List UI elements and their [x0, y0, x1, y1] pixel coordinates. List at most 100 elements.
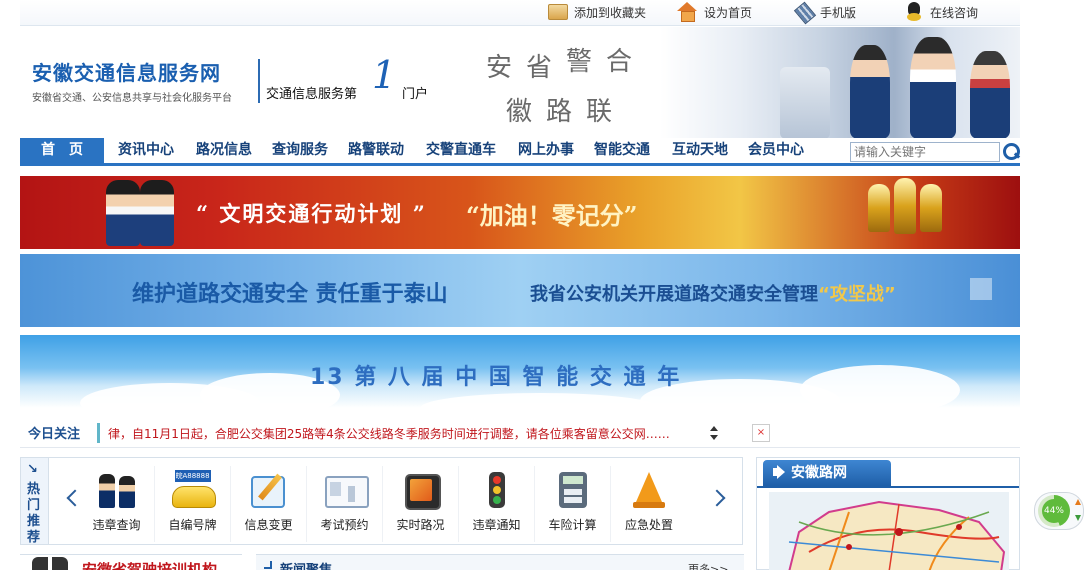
ticker-scroll-arrows-icon[interactable]: [708, 424, 720, 442]
add-favorites-link[interactable]: 添加到收藏夹: [548, 2, 646, 22]
road-safety-banner[interactable]: 维护道路交通安全 责任重于泰山 我省公安机关开展道路交通安全管理“攻坚战”: [20, 254, 1020, 327]
hot-item-label: 违章通知: [472, 518, 521, 532]
civilized-traffic-banner[interactable]: “ 文明交通行动计划 ” “加油！零记分”: [20, 176, 1020, 249]
hot-item-label: 信息变更: [244, 518, 293, 532]
search-input[interactable]: [850, 142, 1000, 162]
calculator-icon: [551, 470, 595, 510]
hot-item-violation-notice[interactable]: 违章通知: [459, 466, 535, 542]
trophy-icon: [868, 184, 890, 232]
page: 添加到收藏夹 设为首页 手机版 在线咨询 安徽交通信息服务网 安徽省交通、公安信…: [0, 0, 1086, 570]
search-icon[interactable]: [1002, 142, 1020, 160]
map-tab-underline: [757, 486, 1019, 488]
banner2-slogan: 维护道路交通安全 责任重于泰山: [132, 282, 448, 307]
driving-school-title[interactable]: 安徽省驾驶培训机构: [82, 559, 217, 570]
banner1-slogan-highlight: “加油！零记分”: [466, 201, 638, 230]
site-header: 安徽交通信息服务网 安徽省交通、公安信息共享与社会化服务平台 交通信息服务第 1…: [20, 27, 1020, 139]
ticker-divider: [97, 423, 100, 443]
close-icon[interactable]: ×: [752, 424, 770, 442]
poem-char: 合: [606, 47, 637, 77]
slogan-suffix: 门户: [402, 87, 429, 102]
poem-char: 安: [486, 53, 517, 83]
nav-interaction[interactable]: 互动天地: [664, 138, 736, 163]
driving-school-panel: 安徽省驾驶培训机构: [20, 554, 242, 570]
hot-item-exam-booking[interactable]: 考试预约: [307, 466, 383, 542]
decor-square: [970, 278, 992, 300]
hot-item-label: 应急处置: [624, 518, 673, 532]
banner2-subtitle-highlight: “攻坚战”: [818, 284, 896, 305]
hot-item-label: 考试预约: [320, 518, 369, 532]
ticker-news-link[interactable]: 律，自11月1日起，合肥公交集团25路等4条公交线路冬季服务时间进行调整，请各位…: [108, 425, 670, 442]
online-consult-link[interactable]: 在线咨询: [904, 2, 978, 22]
poem-char: 警: [566, 47, 597, 77]
next-arrow-icon[interactable]: [711, 488, 725, 512]
site-logo-subtitle: 安徽省交通、公安信息共享与社会化服务平台: [32, 93, 232, 104]
hot-item-label: 自编号牌: [168, 518, 217, 532]
mobile-version-link[interactable]: 手机版: [794, 2, 856, 22]
banner2-subtitle: 我省公安机关开展道路交通安全管理“攻坚战”: [530, 280, 896, 306]
nav-road-conditions[interactable]: 路况信息: [188, 138, 260, 163]
hot-item-violation-query[interactable]: 违章查询: [79, 466, 155, 542]
poem-char: 省: [526, 53, 557, 83]
nav-police-linkage[interactable]: 路警联动: [340, 138, 412, 163]
news-focus-title: 新闻聚焦: [280, 559, 332, 570]
top-utility-bar: 添加到收藏夹 设为首页 手机版 在线咨询: [20, 0, 1020, 26]
nav-member-center[interactable]: 会员中心: [740, 138, 812, 163]
road-map-icon: [399, 470, 443, 510]
hot-item-label: 车险计算: [548, 518, 597, 532]
hot-item-insurance-calc[interactable]: 车险计算: [535, 466, 611, 542]
hot-item-custom-plate[interactable]: 自编号牌: [155, 466, 231, 542]
slogan-number: 1: [372, 53, 397, 97]
corner-arrow-icon: [264, 561, 272, 569]
hot-item-info-change[interactable]: 信息变更: [231, 466, 307, 542]
favorites-icon: [548, 4, 568, 20]
license-plate-car-icon: [171, 470, 216, 510]
anhui-road-network-panel: 安徽路网: [756, 457, 1020, 570]
police-cartoon-icon: [32, 557, 68, 570]
speed-widget[interactable]: 44%: [1034, 492, 1084, 530]
mobile-version-label: 手机版: [820, 5, 857, 20]
hot-item-emergency[interactable]: 应急处置: [611, 466, 687, 542]
news-focus-panel: 新闻聚焦 更多>>: [256, 554, 744, 570]
corner-arrow-icon: ↘: [27, 462, 38, 477]
hot-label-char: 荐: [27, 530, 41, 545]
banner2-subtitle-text: 我省公安机关开展道路交通安全管理: [530, 284, 818, 305]
progress-ring: 44%: [1038, 495, 1070, 527]
poem-char: 徽: [506, 97, 537, 127]
news-more-link[interactable]: 更多>>: [688, 561, 728, 570]
police-officers-icon: [95, 470, 139, 510]
set-homepage-label: 设为首页: [704, 5, 753, 20]
today-focus-ticker: 今日关注 律，自11月1日起，合肥公交集团25路等4条公交线路冬季服务时间进行调…: [20, 418, 1020, 448]
upload-arrow-icon: [1075, 499, 1081, 505]
home-icon: [676, 2, 698, 22]
nav-online-service[interactable]: 网上办事: [510, 138, 582, 163]
site-logo-title[interactable]: 安徽交通信息服务网: [32, 57, 221, 86]
qq-chat-icon: [904, 2, 924, 22]
online-consult-label: 在线咨询: [930, 5, 979, 20]
nav-query-service[interactable]: 查询服务: [264, 138, 336, 163]
nav-news-center[interactable]: 资讯中心: [110, 138, 182, 163]
hot-item-label: 违章查询: [92, 518, 141, 532]
header-poem: 安 省 警 合 徽 路 联: [480, 35, 680, 135]
trophy-icon: [894, 178, 916, 234]
speaker-icon: [773, 468, 779, 476]
intelligent-transport-banner[interactable]: 13 第 八 届 中 国 智 能 交 通 年: [20, 335, 1020, 408]
download-arrow-icon: [1075, 515, 1081, 521]
hot-recommend-panel: ↘ 热 门 推 荐 违章查询 自编号牌 信息变更 考试预约 实时路况: [20, 457, 743, 545]
traffic-cone-icon: [627, 470, 671, 510]
slogan-text: 交通信息服务第: [266, 87, 358, 102]
nav-police-express[interactable]: 交警直通车: [418, 138, 504, 163]
progress-percent: 44%: [1042, 499, 1066, 523]
prev-arrow-icon[interactable]: [65, 488, 79, 512]
main-nav: 首 页 资讯中心 路况信息 查询服务 路警联动 交警直通车 网上办事 智能交通 …: [20, 138, 1020, 166]
set-homepage-link[interactable]: 设为首页: [676, 2, 752, 22]
ticker-label: 今日关注: [28, 427, 81, 442]
traffic-light-icon: [475, 470, 519, 510]
logo-divider: [258, 59, 260, 103]
police-cartoon-icon: [140, 180, 174, 246]
hot-item-live-traffic[interactable]: 实时路况: [383, 466, 459, 542]
nav-home[interactable]: 首 页: [20, 138, 104, 163]
nav-smart-traffic[interactable]: 智能交通: [586, 138, 658, 163]
road-network-tab[interactable]: 安徽路网: [763, 460, 891, 486]
add-favorites-label: 添加到收藏夹: [574, 5, 647, 20]
road-network-map[interactable]: [769, 492, 1009, 570]
